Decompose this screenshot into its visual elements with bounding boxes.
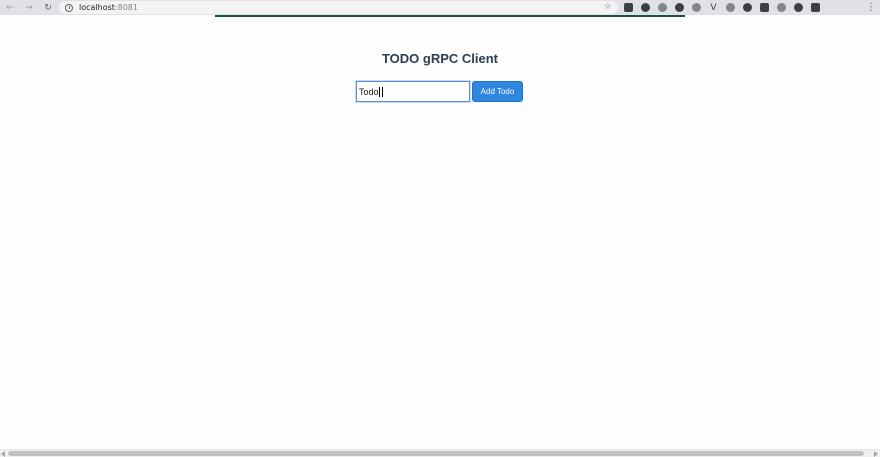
- add-todo-button[interactable]: Add Todo: [472, 81, 523, 102]
- kebab-menu-icon[interactable]: ⋮: [866, 0, 876, 15]
- extension-icon[interactable]: [641, 3, 650, 12]
- todo-input[interactable]: [356, 81, 470, 102]
- page-top-strip: [215, 15, 685, 17]
- browser-toolbar: ← → ↻ localhost:8081 ☆ V ⋮: [0, 0, 880, 15]
- text-cursor-icon: [379, 87, 383, 97]
- extensions-bar: V: [624, 2, 828, 13]
- url-port: :8081: [114, 3, 138, 12]
- extension-icon[interactable]: [624, 3, 633, 12]
- extension-icon[interactable]: [743, 3, 752, 12]
- reload-icon[interactable]: ↻: [41, 1, 55, 15]
- extension-icon[interactable]: [726, 3, 735, 12]
- puzzle-icon[interactable]: [811, 3, 820, 12]
- page-title: TODO gRPC Client: [381, 51, 499, 66]
- scroll-right-icon[interactable]: [874, 451, 878, 457]
- address-bar[interactable]: localhost:8081 ☆: [59, 1, 618, 14]
- url-text[interactable]: localhost:8081: [79, 1, 138, 14]
- site-info-icon[interactable]: [65, 3, 73, 12]
- extension-icon[interactable]: [777, 3, 786, 12]
- extension-icon[interactable]: [675, 3, 684, 12]
- star-icon[interactable]: ☆: [604, 1, 612, 14]
- extension-icon[interactable]: [760, 3, 769, 12]
- url-host: localhost: [79, 3, 115, 12]
- back-arrow-icon[interactable]: ←: [3, 1, 17, 15]
- horizontal-scrollbar[interactable]: [0, 449, 880, 457]
- extension-icon[interactable]: [692, 3, 701, 12]
- scroll-left-icon[interactable]: [1, 451, 5, 457]
- vue-devtools-icon[interactable]: V: [709, 3, 718, 13]
- scrollbar-thumb[interactable]: [8, 451, 864, 456]
- forward-arrow-icon[interactable]: →: [22, 1, 36, 15]
- extension-icon[interactable]: [658, 3, 667, 12]
- extension-icon[interactable]: [794, 3, 803, 12]
